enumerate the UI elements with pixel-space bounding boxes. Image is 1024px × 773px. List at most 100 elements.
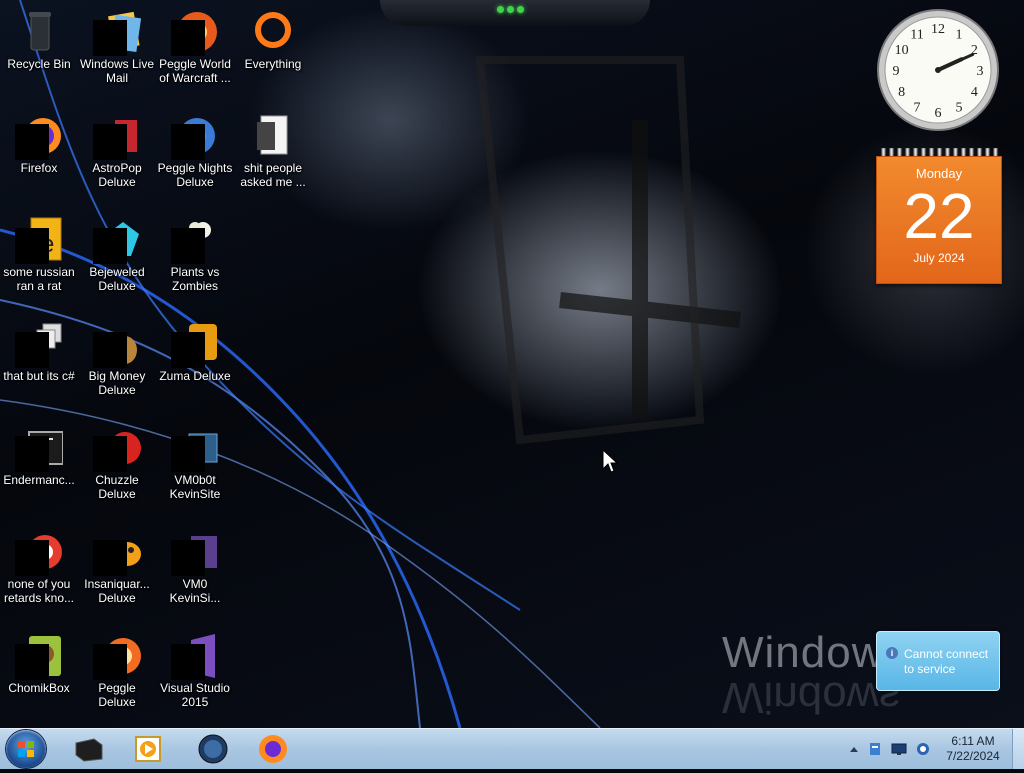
redaction-block bbox=[171, 540, 205, 576]
redaction-block bbox=[93, 644, 127, 680]
desktop-icon-chomikbox[interactable]: ChomikBox bbox=[0, 628, 78, 695]
desktop-icon-none-of-you-retards[interactable]: none of you retards kno... bbox=[0, 524, 78, 605]
desktop-icon-big-money-deluxe[interactable]: Big Money Deluxe bbox=[78, 316, 156, 397]
taskbar-globe[interactable] bbox=[196, 733, 230, 765]
firefox-icon bbox=[15, 112, 63, 160]
show-desktop-button[interactable] bbox=[1012, 729, 1024, 769]
desktop-icon-endermanch[interactable]: Endermanc... bbox=[0, 420, 78, 487]
everything-search-icon bbox=[249, 8, 297, 56]
vm-icon bbox=[171, 424, 219, 472]
taskbar-time: 6:11 AM bbox=[951, 734, 995, 748]
calendar-weekday: Monday bbox=[915, 166, 963, 181]
redaction-block bbox=[15, 436, 49, 472]
fish-icon bbox=[93, 528, 141, 576]
gem-icon bbox=[93, 216, 141, 264]
desktop-icon-zuma-deluxe[interactable]: Zuma Deluxe bbox=[156, 316, 234, 383]
desktop-icon-label: Windows Live Mail bbox=[79, 57, 155, 85]
clock-number: 11 bbox=[910, 28, 923, 43]
desktop-icon-label: Firefox bbox=[20, 161, 58, 175]
redaction-block bbox=[93, 436, 127, 472]
redaction-block bbox=[15, 540, 49, 576]
desktop-icon-label: that but its c# bbox=[3, 369, 75, 383]
desktop-icon-visual-studio-2015[interactable]: Visual Studio 2015 bbox=[156, 628, 234, 709]
desktop-icon-vm0b0t-kevinsite[interactable]: VM0b0t KevinSite bbox=[156, 420, 234, 501]
desktop-icon-windows-live-mail[interactable]: Windows Live Mail bbox=[78, 4, 156, 85]
desktop-icon-chuzzle-deluxe[interactable]: Chuzzle Deluxe bbox=[78, 420, 156, 501]
clock-number: 5 bbox=[956, 100, 963, 115]
taskbar[interactable]: 6:11 AM 7/22/2024 bbox=[0, 728, 1024, 769]
desktop-icon-label: VM0b0t KevinSite bbox=[169, 473, 221, 501]
peggle-icon bbox=[171, 8, 219, 56]
desktop-icon-label: ChomikBox bbox=[8, 681, 70, 695]
notch-indicator bbox=[497, 6, 524, 13]
start-button[interactable] bbox=[6, 730, 46, 768]
clock-number: 10 bbox=[895, 43, 909, 58]
taskbar-clock[interactable]: 6:11 AM 7/22/2024 bbox=[938, 734, 1008, 764]
desktop-icon-vm0-kevinsi[interactable]: VM0 KevinSi... bbox=[156, 524, 234, 605]
desktop-icon-label: Visual Studio 2015 bbox=[160, 681, 230, 709]
desktop-icon-label: Chuzzle Deluxe bbox=[95, 473, 139, 501]
desktop-icon-label: shit people asked me ... bbox=[240, 161, 306, 189]
redaction-block bbox=[15, 644, 49, 680]
recycle-bin-icon bbox=[15, 8, 63, 56]
windows-watermark-reflection: Windows bbox=[722, 673, 901, 722]
clock-number: 3 bbox=[977, 64, 984, 79]
desktop-icon-bejeweled-deluxe[interactable]: Bejeweled Deluxe bbox=[78, 212, 156, 293]
redaction-block bbox=[171, 20, 205, 56]
service-status-text: Cannot connect to service bbox=[904, 647, 989, 676]
desktop-icon-peggle-deluxe[interactable]: Peggle Deluxe bbox=[78, 628, 156, 709]
desktop-icon-label: Peggle World of Warcraft ... bbox=[159, 57, 231, 85]
desktop-icon-astropop-deluxe[interactable]: AstroPop Deluxe bbox=[78, 108, 156, 189]
desktop-icon-label: some russian ran a rat bbox=[3, 265, 75, 293]
taskbar-firefox[interactable] bbox=[256, 733, 290, 765]
action-center-icon[interactable] bbox=[867, 741, 883, 757]
calendar-gadget[interactable]: Monday 22 July 2024 bbox=[876, 148, 1002, 284]
redaction-block bbox=[15, 228, 49, 264]
desktop-icon-shit-people-asked-me[interactable]: shit people asked me ... bbox=[234, 108, 312, 189]
taskbar-terminal[interactable] bbox=[72, 733, 106, 765]
desktop-icon-plants-vs-zombies[interactable]: Plants vs Zombies bbox=[156, 212, 234, 293]
clock-number: 12 bbox=[931, 22, 945, 37]
monitor-icon[interactable] bbox=[891, 741, 907, 757]
game-icon bbox=[93, 112, 141, 160]
media-player-icon bbox=[135, 736, 161, 762]
firefox-icon bbox=[259, 735, 287, 763]
desktop-icon-everything[interactable]: Everything bbox=[234, 4, 312, 71]
network-icon[interactable] bbox=[915, 741, 931, 757]
redaction-block bbox=[15, 332, 49, 368]
redaction-block bbox=[171, 332, 205, 368]
desktop-icon-label: Zuma Deluxe bbox=[159, 369, 231, 383]
clock-number: 9 bbox=[893, 64, 900, 79]
folder-icon bbox=[249, 112, 297, 160]
clock-number: 8 bbox=[898, 85, 905, 100]
desktop-icon-peggle-world-of-warcraft[interactable]: Peggle World of Warcraft ... bbox=[156, 4, 234, 85]
mail-icon bbox=[93, 8, 142, 56]
desktop-icon-label: Peggle Nights Deluxe bbox=[157, 161, 233, 189]
mouse-cursor-icon bbox=[602, 449, 618, 473]
desktop-icon-recycle-bin[interactable]: Recycle Bin bbox=[0, 4, 78, 71]
desktop-icon-insaniquarium-deluxe[interactable]: Insaniquar... Deluxe bbox=[78, 524, 156, 605]
clock-number: 1 bbox=[956, 28, 963, 43]
desktop-icon-label: Bejeweled Deluxe bbox=[89, 265, 145, 293]
desktop-icon-firefox[interactable]: Firefox bbox=[0, 108, 78, 175]
desktop-icon-peggle-nights-deluxe[interactable]: Peggle Nights Deluxe bbox=[156, 108, 234, 189]
chuzzle-icon bbox=[93, 424, 141, 472]
terminal-icon bbox=[75, 738, 103, 762]
clock-number: 6 bbox=[935, 106, 942, 121]
show-hidden-icons-arrow[interactable] bbox=[846, 741, 862, 757]
calendar-page: Monday 22 July 2024 bbox=[876, 156, 1002, 284]
desktop-icon-that-but-its-csharp[interactable]: that but its c# bbox=[0, 316, 78, 383]
clock-gadget[interactable]: 12 1 2 3 4 5 6 7 8 9 10 11 bbox=[876, 8, 1000, 132]
redaction-block bbox=[171, 644, 205, 680]
console-icon bbox=[15, 424, 64, 472]
desktop[interactable]: Windows Windows Recycle Bin Firefox e so… bbox=[0, 0, 1024, 728]
money-bag-icon bbox=[93, 320, 141, 368]
redaction-block bbox=[93, 228, 127, 264]
taskbar-media-player[interactable] bbox=[132, 733, 166, 765]
taskbar-date: 7/22/2024 bbox=[946, 749, 1000, 763]
desktop-icon-some-russian-ran-a-rat[interactable]: e some russian ran a rat bbox=[0, 212, 78, 293]
zuma-icon bbox=[171, 320, 219, 368]
analog-clock-face: 12 1234567891011 bbox=[877, 9, 999, 131]
service-status-gadget[interactable]: i Cannot connect to service bbox=[876, 631, 1000, 691]
redaction-block bbox=[93, 124, 127, 160]
